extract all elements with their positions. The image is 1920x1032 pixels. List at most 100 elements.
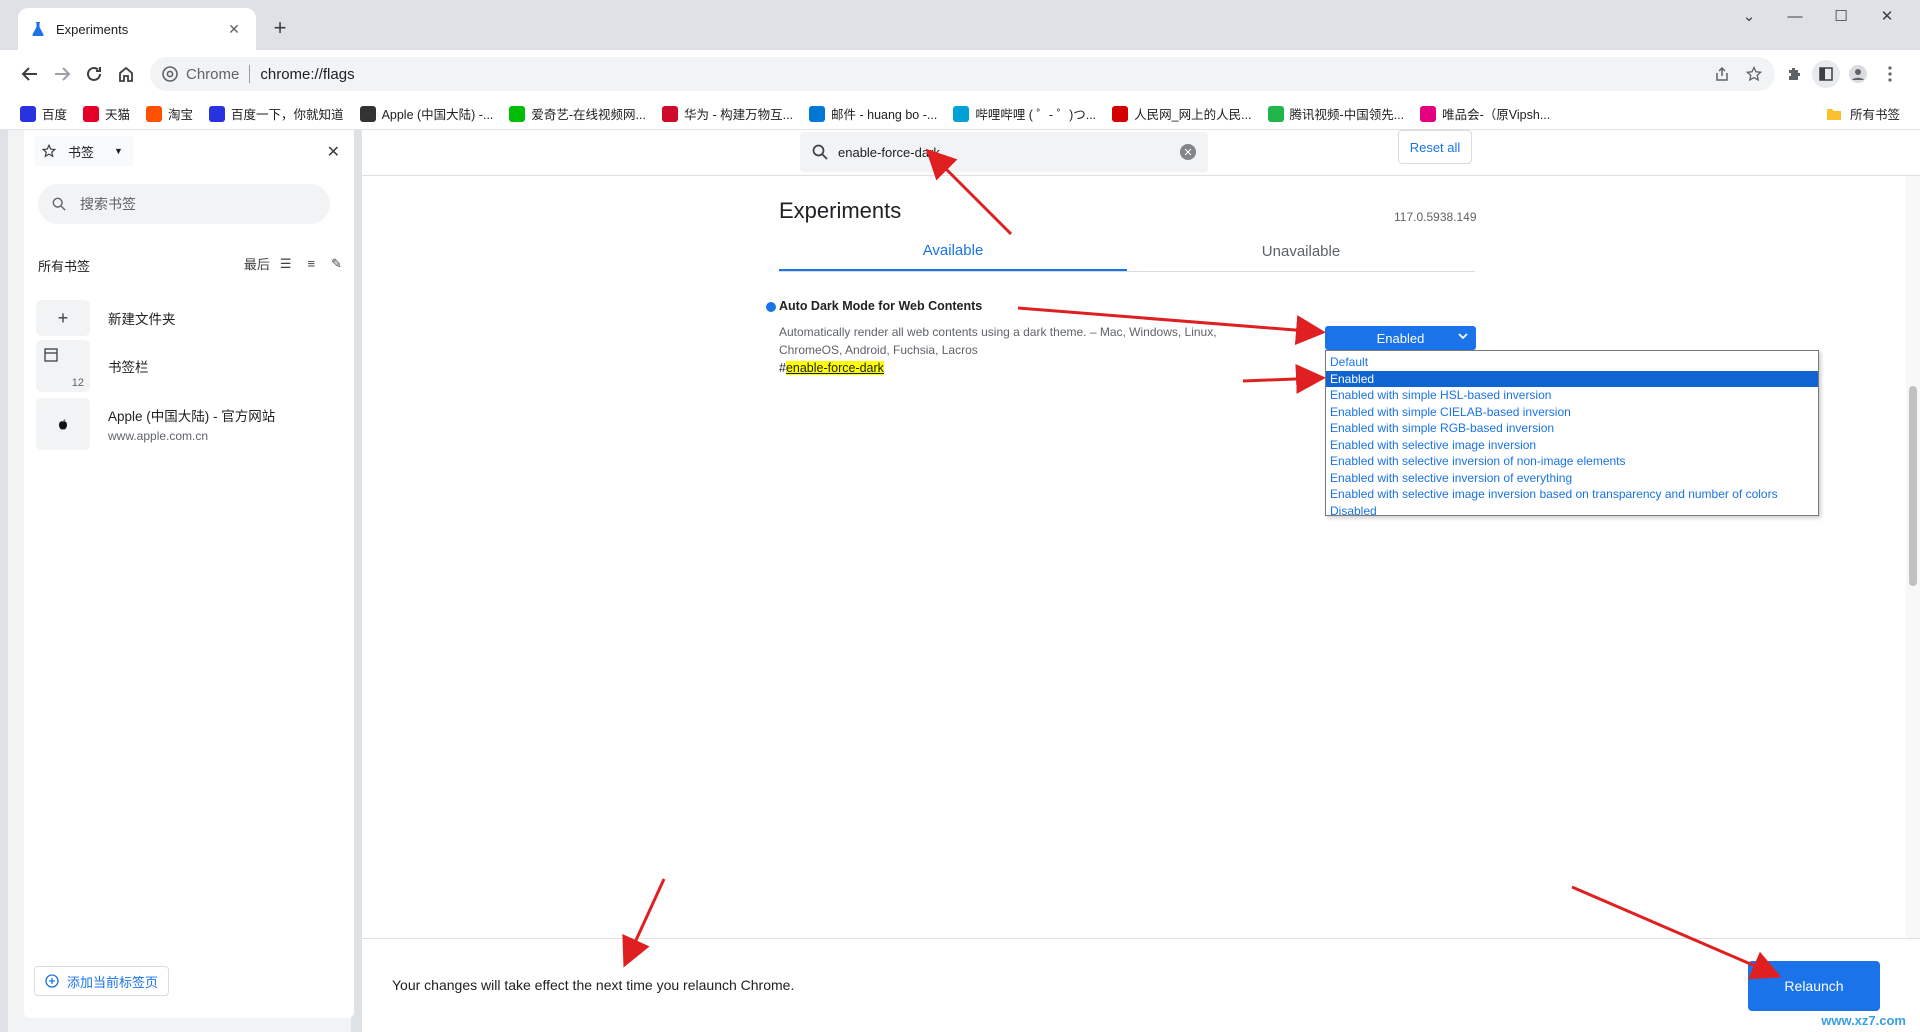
menu-kebab-icon[interactable] xyxy=(1876,60,1904,88)
bookmark-label: 邮件 - huang bo -... xyxy=(831,108,938,122)
select-option[interactable]: Disabled xyxy=(1326,503,1818,520)
side-panel-selector[interactable]: 书签 ▼ xyxy=(34,136,134,166)
bookmark-label: 唯品会-（原Vipsh... xyxy=(1442,108,1551,122)
bilibili-icon xyxy=(953,105,970,122)
flag-search-value: enable-force-dark xyxy=(838,144,940,160)
url-text: chrome://flags xyxy=(260,65,355,83)
side-panel-icon[interactable] xyxy=(1812,60,1840,88)
tab-experiments[interactable]: Experiments ✕ xyxy=(18,8,256,50)
home-icon[interactable] xyxy=(112,60,140,88)
star-icon[interactable] xyxy=(1740,60,1768,88)
list-item[interactable]: 12 书签栏 xyxy=(36,340,336,392)
tab-strip: Experiments ✕ + ⌄ — ☐ ✕ xyxy=(0,0,1920,50)
taobao-icon xyxy=(146,105,163,122)
tmall-icon xyxy=(83,105,100,122)
star-icon xyxy=(42,144,56,158)
bookmark-search-placeholder: 搜索书签 xyxy=(80,196,136,212)
flags-page: enable-force-dark ✕ Reset all Experiment… xyxy=(362,130,1920,1032)
bookmark-item[interactable]: Apple (中国大陆) -... xyxy=(359,104,494,123)
list-item-title: Apple (中国大陆) - 官方网站 xyxy=(108,409,276,424)
list-item-title: 新建文件夹 xyxy=(108,312,176,327)
select-value: Enabled xyxy=(1376,330,1425,346)
forward-icon[interactable] xyxy=(48,60,76,88)
bookmark-label: 百度 xyxy=(42,108,68,122)
maximize-icon[interactable]: ☐ xyxy=(1818,0,1864,32)
tab-close-icon[interactable]: ✕ xyxy=(224,19,244,39)
select-option[interactable]: Enabled with selective image inversion xyxy=(1326,437,1818,454)
page-scrollbar[interactable] xyxy=(1906,176,1920,938)
bookmark-label: 爱奇艺-在线视频网... xyxy=(531,108,646,122)
select-option[interactable]: Enabled with simple CIELAB-based inversi… xyxy=(1326,404,1818,421)
select-option[interactable]: Enabled with simple RGB-based inversion xyxy=(1326,420,1818,437)
all-bookmarks-button[interactable]: 所有书签 xyxy=(1826,104,1900,123)
back-icon[interactable] xyxy=(16,60,44,88)
select-option[interactable]: Enabled with selective inversion of ever… xyxy=(1326,470,1818,487)
bookmark-label: 腾讯视频-中国领先... xyxy=(1289,108,1405,122)
bookmarks-side-panel: 书签 ▼ ✕ 搜索书签 所有书签 最后 ☰ ≡ ✎ + 新建文件夹 12 书签栏 xyxy=(8,130,354,1032)
flask-icon xyxy=(32,22,44,36)
side-panel-card: 书签 ▼ ✕ 搜索书签 所有书签 最后 ☰ ≡ ✎ + 新建文件夹 12 书签栏 xyxy=(24,130,354,1018)
experiment-select[interactable]: Enabled xyxy=(1325,326,1476,350)
caret-down-icon: ▼ xyxy=(114,146,123,156)
select-option[interactable]: Enabled with selective image inversion b… xyxy=(1326,486,1818,503)
list-item[interactable]: + 新建文件夹 xyxy=(36,292,336,344)
bookmark-item[interactable]: 爱奇艺-在线视频网... xyxy=(509,104,646,123)
share-icon[interactable] xyxy=(1708,60,1736,88)
side-panel-close-icon[interactable]: ✕ xyxy=(327,142,340,162)
new-tab-button[interactable]: + xyxy=(266,14,294,42)
address-bar[interactable]: Chrome chrome://flags xyxy=(150,57,1775,91)
folder-icon: 12 xyxy=(36,340,90,392)
relaunch-button[interactable]: Relaunch xyxy=(1748,961,1880,1011)
permalink-text: enable-force-dark xyxy=(785,361,884,375)
experiment-permalink[interactable]: #enable-force-dark xyxy=(779,361,884,375)
page-title: Experiments xyxy=(779,198,902,223)
tab-search-icon[interactable]: ⌄ xyxy=(1726,0,1772,32)
bookmark-item[interactable]: 唯品会-（原Vipsh... xyxy=(1420,104,1550,123)
select-option[interactable]: Enabled with simple HSL-based inversion xyxy=(1326,387,1818,404)
add-circle-icon xyxy=(45,974,59,988)
select-option[interactable]: Enabled with selective inversion of non-… xyxy=(1326,453,1818,470)
watermark: www.xz7.com xyxy=(1821,1013,1906,1028)
side-panel-tools: 最后 ☰ ≡ ✎ xyxy=(244,254,342,273)
bookmark-item[interactable]: 淘宝 xyxy=(146,104,193,123)
sort-button[interactable]: 最后 xyxy=(244,254,270,273)
reset-all-button[interactable]: Reset all xyxy=(1398,130,1472,164)
flags-tabs: Available Unavailable xyxy=(779,232,1475,272)
bookmark-item[interactable]: 百度 xyxy=(20,104,67,123)
clear-search-icon[interactable]: ✕ xyxy=(1180,144,1196,160)
bookmark-item[interactable]: 百度一下，你就知道 xyxy=(209,104,344,123)
bookmark-item[interactable]: 人民网_网上的人民... xyxy=(1112,104,1252,123)
list-view-icon[interactable]: ≡ xyxy=(308,256,316,271)
extensions-icon[interactable] xyxy=(1780,60,1808,88)
tab-unavailable[interactable]: Unavailable xyxy=(1127,232,1475,271)
iqiyi-icon xyxy=(509,105,526,122)
list-item[interactable]: Apple (中国大陆) - 官方网站 www.apple.com.cn xyxy=(36,398,336,450)
bookmark-item[interactable]: 华为 - 构建万物互... xyxy=(661,104,793,123)
outlook-icon xyxy=(809,105,826,122)
scroll-thumb[interactable] xyxy=(1909,386,1917,586)
edit-pencil-icon[interactable]: ✎ xyxy=(331,256,342,272)
bookmark-item[interactable]: 哔哩哔哩 ( ゜- ゜)つ... xyxy=(953,104,1096,123)
select-option[interactable]: Default xyxy=(1326,354,1818,371)
minimize-icon[interactable]: — xyxy=(1772,0,1818,32)
omnibox-divider xyxy=(249,65,251,83)
list-item-url: www.apple.com.cn xyxy=(108,429,209,443)
profile-avatar-icon[interactable] xyxy=(1844,60,1872,88)
bookmark-item[interactable]: 天猫 xyxy=(83,104,130,123)
flag-search-input[interactable]: enable-force-dark ✕ xyxy=(800,132,1208,172)
search-icon xyxy=(52,197,66,211)
toolbar: Chrome chrome://flags xyxy=(0,50,1920,98)
reload-icon[interactable] xyxy=(80,60,108,88)
all-bookmarks-heading: 所有书签 xyxy=(38,259,91,274)
bookmark-label: Apple (中国大陆) -... xyxy=(381,108,494,122)
bookmark-item[interactable]: 腾讯视频-中国领先... xyxy=(1267,104,1405,123)
bookmark-search-input[interactable]: 搜索书签 xyxy=(38,184,330,224)
window-close-icon[interactable]: ✕ xyxy=(1864,0,1910,32)
tab-available[interactable]: Available xyxy=(779,232,1127,271)
sort-icon[interactable]: ☰ xyxy=(280,256,292,272)
all-bookmarks-label: 所有书签 xyxy=(1849,108,1900,122)
select-option[interactable]: Enabled xyxy=(1326,370,1818,387)
add-current-tab-button[interactable]: 添加当前标签页 xyxy=(34,966,170,996)
select-options-list: Default Enabled Enabled with simple HSL-ba… xyxy=(1325,350,1819,518)
bookmark-item[interactable]: 邮件 - huang bo -... xyxy=(809,104,937,123)
